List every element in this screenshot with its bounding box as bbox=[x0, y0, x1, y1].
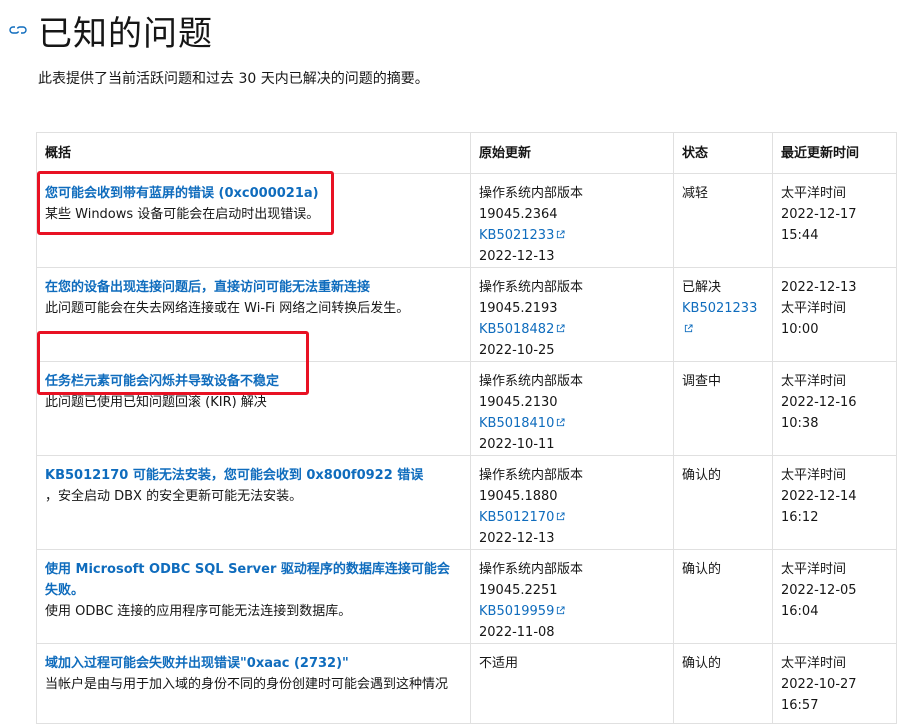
last-updated-line: 16:57 bbox=[781, 698, 819, 713]
column-header-summary: 概括 bbox=[36, 132, 471, 174]
last-updated-cell: 太平洋时间 2022-10-27 16:57 bbox=[772, 643, 897, 724]
issue-title-link[interactable]: 您可能会收到带有蓝屏的错误 (0xc000021a) bbox=[45, 183, 462, 204]
external-link-icon bbox=[557, 512, 565, 521]
last-updated-cell: 太平洋时间 2022-12-14 16:12 bbox=[772, 455, 897, 550]
os-build: 操作系统内部版本 19045.2364 bbox=[479, 186, 584, 222]
summary-cell: 在您的设备出现连接问题后，直接访问可能无法重新连接此问题可能会在失去网络连接或在… bbox=[36, 267, 471, 362]
last-updated-line: 2022-10-27 bbox=[781, 677, 857, 692]
issue-description: 使用 ODBC 连接的应用程序可能无法连接到数据库。 bbox=[45, 604, 352, 619]
originating-update-cell: 操作系统内部版本 19045.1880 KB5012170 2022-12-13 bbox=[470, 455, 674, 550]
table-row: 任务栏元素可能会闪烁并导致设备不稳定 此问题已使用已知问题回滚 (KIR) 解决操… bbox=[36, 361, 897, 456]
issue-title-link[interactable]: 任务栏元素可能会闪烁并导致设备不稳定 bbox=[45, 371, 462, 392]
external-link-icon bbox=[557, 230, 565, 239]
release-date: 2022-11-08 bbox=[479, 625, 555, 640]
status-text: 减轻 bbox=[682, 186, 709, 201]
last-updated-line: 10:00 bbox=[781, 322, 819, 337]
release-date: 2022-10-11 bbox=[479, 437, 555, 452]
table-row: 您可能会收到带有蓝屏的错误 (0xc000021a) 某些 Windows 设备可… bbox=[36, 173, 897, 268]
status-cell: 确认的 bbox=[673, 455, 773, 550]
status-cell: 确认的 bbox=[673, 643, 773, 724]
last-updated-line: 2022-12-16 bbox=[781, 395, 857, 410]
originating-update-cell: 操作系统内部版本 19045.2251 KB5019959 2022-11-08 bbox=[470, 549, 674, 644]
column-header-last-updated: 最近更新时间 bbox=[772, 132, 897, 174]
issue-title-link[interactable]: 在您的设备出现连接问题后，直接访问可能无法重新连接 bbox=[45, 277, 462, 298]
status-text: 确认的 bbox=[682, 562, 722, 577]
os-build: 操作系统内部版本 19045.2251 bbox=[479, 562, 584, 598]
status-cell: 调查中 bbox=[673, 361, 773, 456]
last-updated-line: 太平洋时间 bbox=[781, 186, 847, 201]
last-updated-line: 15:44 bbox=[781, 228, 819, 243]
kb-link[interactable]: KB5012170 bbox=[479, 510, 554, 525]
os-build: 操作系统内部版本 19045.1880 bbox=[479, 468, 584, 504]
issue-title-link[interactable]: 使用 Microsoft ODBC SQL Server 驱动程序的数据库连接可… bbox=[45, 559, 462, 601]
external-link-icon bbox=[557, 418, 565, 427]
last-updated-line: 16:04 bbox=[781, 604, 819, 619]
originating-update-cell: 不适用 bbox=[470, 643, 674, 724]
release-date: 2022-10-25 bbox=[479, 343, 555, 358]
issue-description: 当帐户是由与用于加入域的身份不同的身份创建时可能会遇到这种情况 bbox=[45, 677, 449, 692]
last-updated-line: 太平洋时间 bbox=[781, 562, 847, 577]
summary-cell: 您可能会收到带有蓝屏的错误 (0xc000021a) 某些 Windows 设备可… bbox=[36, 173, 471, 268]
release-date: 2022-12-13 bbox=[479, 249, 555, 264]
last-updated-line: 2022-12-13 bbox=[781, 280, 857, 295]
status-cell: 已解决 KB5021233 bbox=[673, 267, 773, 362]
table-header-row: 概括 原始更新 状态 最近更新时间 bbox=[36, 132, 897, 174]
status-text: 已解决 bbox=[682, 280, 722, 295]
status-text: 确认的 bbox=[682, 468, 722, 483]
last-updated-line: 太平洋时间 bbox=[781, 301, 847, 316]
table-row: 域加入过程可能会失败并出现错误"0xaac (2732)" 当帐户是由与用于加入域… bbox=[36, 643, 897, 724]
summary-cell: 使用 Microsoft ODBC SQL Server 驱动程序的数据库连接可… bbox=[36, 549, 471, 644]
known-issues-table: 概括 原始更新 状态 最近更新时间 您可能会收到带有蓝屏的错误 (0xc0000… bbox=[36, 132, 897, 724]
status-text: 确认的 bbox=[682, 656, 722, 671]
summary-cell: 任务栏元素可能会闪烁并导致设备不稳定此问题已使用已知问题回滚 (KIR) 解决 bbox=[36, 361, 471, 456]
last-updated-line: 太平洋时间 bbox=[781, 656, 847, 671]
last-updated-line: 2022-12-14 bbox=[781, 489, 857, 504]
external-link-icon bbox=[557, 606, 565, 615]
release-date: 2022-12-13 bbox=[479, 531, 555, 546]
issue-description: 此问题可能会在失去网络连接或在 Wi-Fi 网络之间转换后发生。 bbox=[45, 301, 410, 316]
kb-link[interactable]: KB5018482 bbox=[479, 322, 554, 337]
page-title: 已知的问题 bbox=[38, 14, 213, 54]
last-updated-cell: 太平洋时间 2022-12-05 16:04 bbox=[772, 549, 897, 644]
link-icon[interactable] bbox=[8, 22, 28, 38]
kb-link[interactable]: KB5021233 bbox=[479, 228, 554, 243]
status-cell: 确认的 bbox=[673, 549, 773, 644]
last-updated-line: 10:38 bbox=[781, 416, 819, 431]
issue-title-link[interactable]: 域加入过程可能会失败并出现错误"0xaac (2732)" bbox=[45, 653, 462, 674]
external-link-icon bbox=[557, 324, 565, 333]
known-issues-page: 已知的问题 此表提供了当前活跃问题和过去 30 天内已解决的问题的摘要。 概括 … bbox=[0, 0, 908, 724]
last-updated-cell: 太平洋时间 2022-12-17 15:44 bbox=[772, 173, 897, 268]
kb-link[interactable]: KB5018410 bbox=[479, 416, 554, 431]
kb-link[interactable]: KB5019959 bbox=[479, 604, 554, 619]
originating-update-cell: 操作系统内部版本 19045.2193 KB5018482 2022-10-25 bbox=[470, 267, 674, 362]
table-row: KB5012170 可能无法安装，您可能会收到 0x800f0922 错误 ，安全… bbox=[36, 455, 897, 550]
status-cell: 减轻 bbox=[673, 173, 773, 268]
originating-update-cell: 操作系统内部版本 19045.2130 KB5018410 2022-10-11 bbox=[470, 361, 674, 456]
column-header-status: 状态 bbox=[673, 132, 773, 174]
column-header-originating-update: 原始更新 bbox=[470, 132, 674, 174]
last-updated-line: 2022-12-17 bbox=[781, 207, 857, 222]
issue-description: ，安全启动 DBX 的安全更新可能无法安装。 bbox=[45, 489, 303, 504]
status-text: 调查中 bbox=[682, 374, 722, 389]
summary-cell: 域加入过程可能会失败并出现错误"0xaac (2732)" 当帐户是由与用于加入域… bbox=[36, 643, 471, 724]
issue-title-link[interactable]: KB5012170 可能无法安装，您可能会收到 0x800f0922 错误 bbox=[45, 465, 462, 486]
last-updated-line: 太平洋时间 bbox=[781, 468, 847, 483]
last-updated-cell: 太平洋时间 2022-12-16 10:38 bbox=[772, 361, 897, 456]
os-build: 操作系统内部版本 19045.2193 bbox=[479, 280, 584, 316]
table-row: 使用 Microsoft ODBC SQL Server 驱动程序的数据库连接可… bbox=[36, 549, 897, 644]
summary-cell: KB5012170 可能无法安装，您可能会收到 0x800f0922 错误 ，安全… bbox=[36, 455, 471, 550]
originating-update-cell: 操作系统内部版本 19045.2364 KB5021233 2022-12-13 bbox=[470, 173, 674, 268]
issue-description: 此问题已使用已知问题回滚 (KIR) 解决 bbox=[45, 395, 267, 410]
resolution-kb-link[interactable]: KB5021233 bbox=[682, 301, 757, 316]
intro-text: 此表提供了当前活跃问题和过去 30 天内已解决的问题的摘要。 bbox=[38, 71, 429, 87]
last-updated-line: 16:12 bbox=[781, 510, 819, 525]
os-build: 操作系统内部版本 19045.2130 bbox=[479, 374, 584, 410]
last-updated-cell: 2022-12-13 太平洋时间 10:00 bbox=[772, 267, 897, 362]
last-updated-line: 2022-12-05 bbox=[781, 583, 857, 598]
table-row: 在您的设备出现连接问题后，直接访问可能无法重新连接此问题可能会在失去网络连接或在… bbox=[36, 267, 897, 362]
last-updated-line: 太平洋时间 bbox=[781, 374, 847, 389]
external-link-icon bbox=[684, 324, 693, 333]
issue-description: 某些 Windows 设备可能会在启动时出现错误。 bbox=[45, 207, 320, 222]
os-build: 不适用 bbox=[479, 656, 519, 671]
